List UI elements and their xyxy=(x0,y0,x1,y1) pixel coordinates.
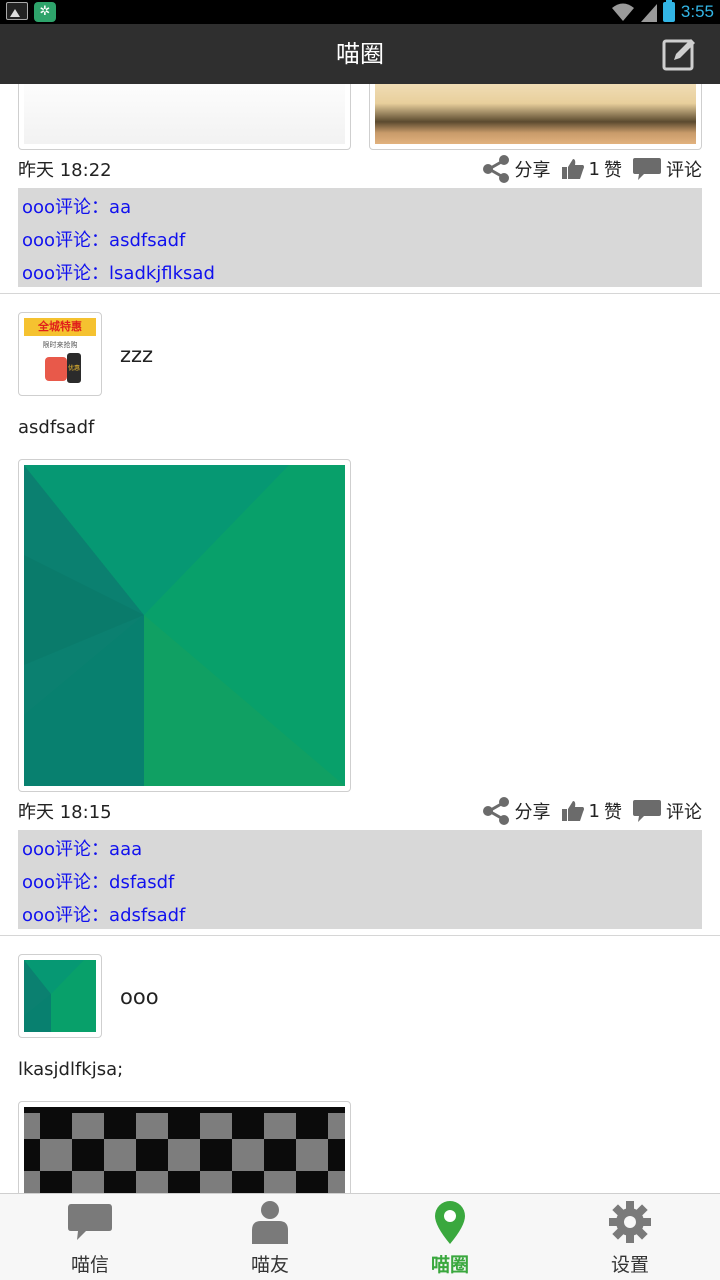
share-label: 分享 xyxy=(514,802,551,823)
nav-label: 喵友 xyxy=(250,1254,289,1276)
gear-icon xyxy=(609,1201,651,1243)
edit-icon[interactable] xyxy=(662,36,698,72)
status-bar: ✲ 3:55 xyxy=(0,0,720,24)
comment-icon xyxy=(633,158,661,180)
nav-label: 设置 xyxy=(610,1254,649,1276)
avatar[interactable] xyxy=(18,954,102,1038)
person-icon xyxy=(252,1201,288,1244)
comment-item[interactable]: ooo评论：dsfasdf xyxy=(18,866,702,899)
share-label: 分享 xyxy=(514,160,551,181)
share-icon xyxy=(482,797,509,825)
nav-item-moments[interactable]: 喵圈 xyxy=(360,1194,540,1280)
post-meta-row: 昨天 18:22 分享 1 赞 评论 xyxy=(18,154,702,184)
chat-bubble-icon xyxy=(68,1204,112,1240)
post-image[interactable] xyxy=(369,84,702,150)
bottom-nav: 喵信 喵友 喵圈 设置 xyxy=(0,1193,720,1280)
nav-item-friends[interactable]: 喵友 xyxy=(180,1194,360,1280)
post-divider xyxy=(0,935,720,936)
nav-label: 喵圈 xyxy=(430,1254,469,1276)
post-image[interactable] xyxy=(18,84,351,150)
comment-button[interactable]: 评论 xyxy=(632,156,702,182)
app-notification-icon: ✲ xyxy=(34,2,56,22)
post-meta-row: 昨天 18:15 分享 1 赞 评论 xyxy=(18,796,702,826)
avatar-promo-title: 全城特惠 xyxy=(24,318,96,336)
like-button[interactable]: 1 赞 xyxy=(561,798,622,824)
comment-item[interactable]: ooo评论：adsfsadf xyxy=(18,899,702,932)
avatar-image xyxy=(24,960,96,1032)
comment-icon xyxy=(633,800,661,822)
post-text: lkasjdlfkjsa; xyxy=(18,1059,124,1080)
like-label: 赞 xyxy=(604,160,622,181)
username[interactable]: zzz xyxy=(120,343,153,367)
comment-item[interactable]: ooo评论：aaa xyxy=(18,833,702,866)
post-image[interactable] xyxy=(18,1101,351,1194)
avatar-promo-badge: 优惠 xyxy=(67,365,80,372)
location-pin-icon xyxy=(435,1201,465,1244)
like-count: 1 xyxy=(588,800,600,822)
comment-label: 评论 xyxy=(666,802,702,823)
avatar[interactable]: 全城特惠 限时来抢购 优惠 xyxy=(18,312,102,396)
comment-item[interactable]: ooo评论：lsadkjflksad xyxy=(18,257,702,290)
avatar-promo-subtitle: 限时来抢购 xyxy=(42,341,78,349)
post-divider xyxy=(0,293,720,294)
thumbs-up-icon xyxy=(561,801,584,821)
gallery-notification-icon xyxy=(6,2,28,20)
feed-list[interactable]: 昨天 18:22 分享 1 赞 评论 ooo评论：aa ooo评论：asdfsa… xyxy=(0,84,720,1194)
thumbs-up-icon xyxy=(561,159,584,179)
like-label: 赞 xyxy=(604,802,622,823)
post-text: asdfsadf xyxy=(18,417,95,438)
comment-button[interactable]: 评论 xyxy=(632,798,702,824)
share-icon xyxy=(482,155,509,183)
nav-item-settings[interactable]: 设置 xyxy=(540,1194,720,1280)
share-button[interactable]: 分享 xyxy=(481,796,551,826)
comment-item[interactable]: ooo评论：asdfsadf xyxy=(18,224,702,257)
comment-list: ooo评论：aa ooo评论：asdfsadf ooo评论：lsadkjflks… xyxy=(18,188,702,287)
status-time: 3:55 xyxy=(680,2,714,21)
signal-icon xyxy=(640,4,657,22)
post-time: 昨天 18:22 xyxy=(18,160,112,181)
comment-label: 评论 xyxy=(666,160,702,181)
page-title: 喵圈 xyxy=(336,40,384,68)
post-image[interactable] xyxy=(18,459,351,792)
share-button[interactable]: 分享 xyxy=(481,154,551,184)
comment-item[interactable]: ooo评论：aa xyxy=(18,191,702,224)
like-count: 1 xyxy=(588,158,600,180)
nav-label: 喵信 xyxy=(70,1254,109,1276)
username[interactable]: ooo xyxy=(120,985,159,1009)
battery-icon xyxy=(662,0,675,22)
wifi-icon xyxy=(611,3,634,21)
title-bar: 喵圈 xyxy=(0,24,720,84)
nav-item-messages[interactable]: 喵信 xyxy=(0,1194,180,1280)
like-button[interactable]: 1 赞 xyxy=(561,156,622,182)
comment-list: ooo评论：aaa ooo评论：dsfasdf ooo评论：adsfsadf xyxy=(18,830,702,929)
post-time: 昨天 18:15 xyxy=(18,802,112,823)
